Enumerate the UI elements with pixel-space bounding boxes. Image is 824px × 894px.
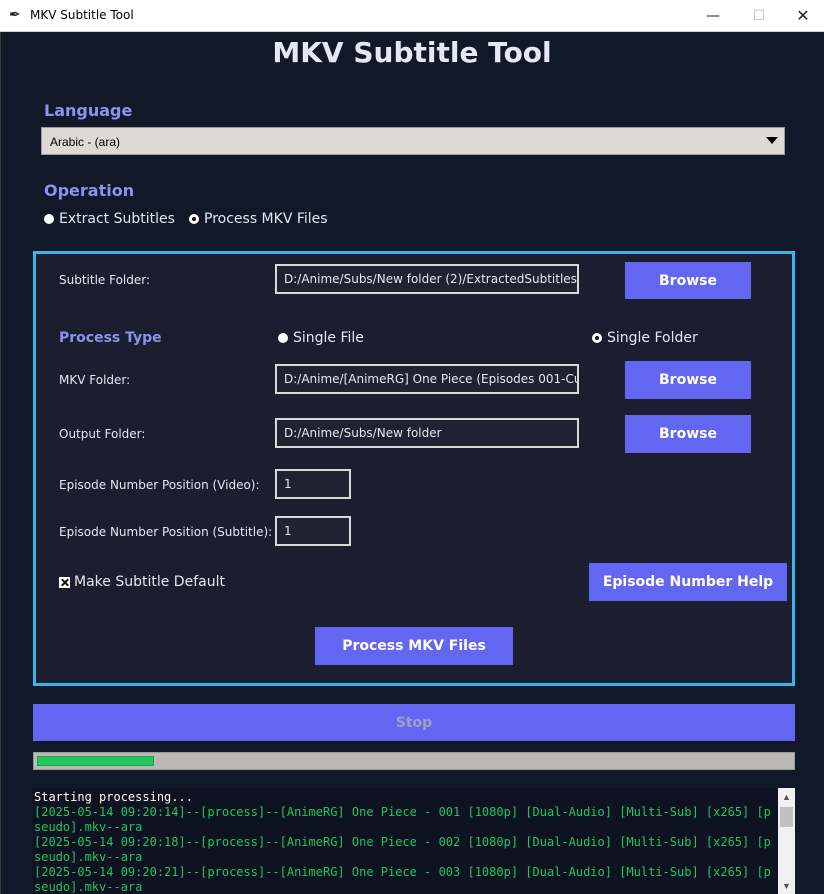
episode-position-video-input[interactable]: 1 <box>275 469 351 499</box>
chevron-down-icon[interactable] <box>766 137 778 144</box>
minimize-button[interactable]: — <box>690 0 736 31</box>
subtitle-folder-label: Subtitle Folder: <box>59 273 151 287</box>
browse-output-folder-button[interactable]: Browse <box>625 415 751 453</box>
browse-mkv-folder-button[interactable]: Browse <box>625 361 751 399</box>
episode-position-subtitle-input[interactable]: 1 <box>275 516 351 546</box>
window-title: MKV Subtitle Tool <box>30 8 134 22</box>
radio-label: Process MKV Files <box>204 211 328 227</box>
language-section-label: Language <box>44 101 133 120</box>
make-subtitle-default-checkbox[interactable]: Make Subtitle Default <box>59 574 225 590</box>
radio-process-mkv[interactable]: Process MKV Files <box>189 211 328 227</box>
radio-single-folder[interactable]: Single Folder <box>592 330 698 346</box>
radio-indicator[interactable] <box>278 333 288 343</box>
output-folder-input[interactable]: D:/Anime/Subs/New folder <box>275 418 579 448</box>
process-mkv-files-button[interactable]: Process MKV Files <box>315 627 513 665</box>
radio-single-file[interactable]: Single File <box>278 330 364 346</box>
page-title: MKV Subtitle Tool <box>272 36 552 69</box>
process-type-label: Process Type <box>59 330 162 346</box>
scroll-thumb[interactable] <box>780 807 793 827</box>
language-dropdown[interactable]: Arabic - (ara) <box>41 127 785 155</box>
checkbox-label: Make Subtitle Default <box>74 574 225 590</box>
log-line: Starting processing... <box>34 790 193 804</box>
progress-bar <box>33 752 795 770</box>
radio-extract-subtitles[interactable]: Extract Subtitles <box>44 211 175 227</box>
mkv-folder-input[interactable]: D:/Anime/[AnimeRG] One Piece (Episodes 0… <box>275 364 579 394</box>
window-titlebar: ✒ MKV Subtitle Tool — ☐ ✕ <box>0 0 824 32</box>
mkv-folder-label: MKV Folder: <box>59 373 131 387</box>
log-line: [2025-05-14 09:20:21]--[process]--[Anime… <box>34 865 771 894</box>
radio-label: Single Folder <box>607 330 698 346</box>
radio-indicator-selected[interactable] <box>189 214 199 224</box>
maximize-button[interactable]: ☐ <box>736 0 782 31</box>
process-options-panel <box>33 251 795 686</box>
radio-label: Extract Subtitles <box>59 211 175 227</box>
log-scrollbar[interactable]: ▲ ▼ <box>778 788 795 894</box>
radio-indicator-selected[interactable] <box>592 333 602 343</box>
operation-section-label: Operation <box>44 181 135 200</box>
log-line: [2025-05-14 09:20:18]--[process]--[Anime… <box>34 835 771 864</box>
radio-label: Single File <box>293 330 364 346</box>
language-selected-value: Arabic - (ara) <box>50 135 121 149</box>
stop-button[interactable]: Stop <box>33 704 795 741</box>
scroll-down-arrow-icon[interactable]: ▼ <box>778 877 795 894</box>
progress-fill <box>37 756 154 766</box>
subtitle-folder-input[interactable]: D:/Anime/Subs/New folder (2)/ExtractedSu… <box>275 264 579 294</box>
checkbox-checked-icon[interactable] <box>59 576 70 588</box>
episode-position-video-label: Episode Number Position (Video): <box>59 478 260 492</box>
log-text: Starting processing... [2025-05-14 09:20:… <box>34 790 774 894</box>
log-line: [2025-05-14 09:20:14]--[process]--[Anime… <box>34 805 771 834</box>
episode-number-help-button[interactable]: Episode Number Help <box>589 563 787 601</box>
output-folder-label: Output Folder: <box>59 427 146 441</box>
episode-position-subtitle-label: Episode Number Position (Subtitle): <box>59 525 273 539</box>
browse-subtitle-folder-button[interactable]: Browse <box>625 262 751 299</box>
feather-icon: ✒ <box>9 7 21 23</box>
log-output[interactable]: Starting processing... [2025-05-14 09:20:… <box>33 788 795 894</box>
radio-indicator[interactable] <box>44 214 54 224</box>
scroll-up-arrow-icon[interactable]: ▲ <box>778 788 795 805</box>
close-button[interactable]: ✕ <box>780 0 824 31</box>
